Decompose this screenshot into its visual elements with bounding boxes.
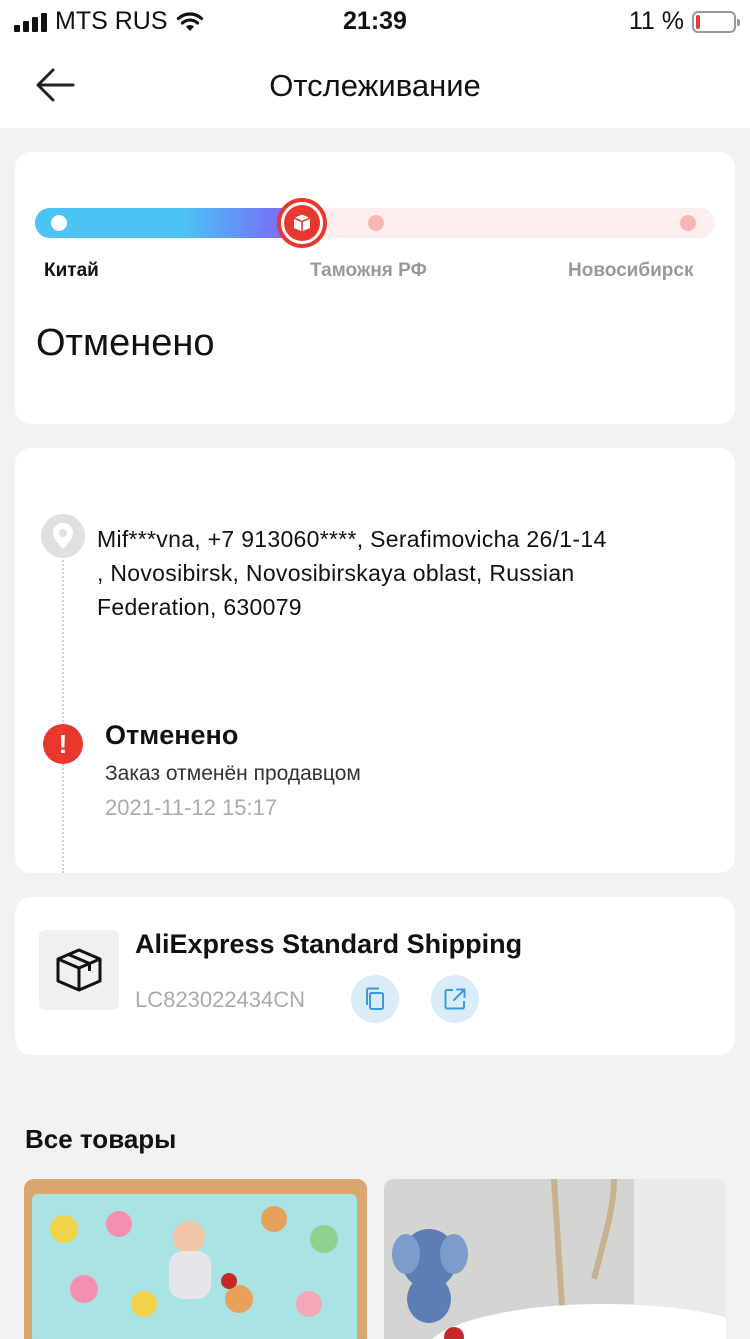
product-image-play-mat[interactable]: [24, 1179, 367, 1339]
progress-track: [35, 198, 715, 248]
tracking-progress-card: Китай Таможня РФ Новосибирск Отменено: [15, 152, 735, 424]
page-title: Отслеживание: [269, 68, 481, 103]
status-right: 11 %: [628, 7, 740, 36]
battery-fill: [696, 14, 700, 29]
stage-label-origin: Китай: [44, 260, 99, 281]
shipping-method: AliExpress Standard Shipping: [135, 929, 523, 959]
event-description: Заказ отменён продавцом: [105, 762, 361, 785]
stage-dot-customs: [368, 215, 384, 231]
location-pin-icon: [41, 514, 85, 558]
status-bar: MTS RUS 21:39 11 %: [0, 0, 750, 44]
package-icon: [39, 930, 119, 1010]
nav-bar: Отслеживание: [0, 44, 750, 128]
tracking-timeline-card: Mif***vna, +7 913060****, Serafimovicha …: [15, 448, 735, 873]
shipping-card: AliExpress Standard Shipping LC823022434…: [15, 897, 735, 1055]
event-timestamp: 2021-11-12 15:17: [105, 795, 278, 820]
stage-dot-destination: [680, 215, 696, 231]
battery-label: 11 %: [628, 7, 684, 35]
delivery-address: Mif***vna, +7 913060****, Serafimovicha …: [97, 526, 607, 620]
battery-icon: [692, 10, 740, 33]
stage-label-destination: Новосибирск: [568, 260, 694, 281]
stage-label-customs: Таможня РФ: [310, 260, 427, 281]
section-title: Все товары: [25, 1124, 177, 1154]
copy-icon: [366, 987, 384, 1010]
event-title: Отменено: [105, 720, 239, 750]
open-external-button[interactable]: [431, 975, 479, 1023]
external-link-icon: [444, 988, 466, 1010]
progress-fill: [35, 208, 305, 238]
copy-button[interactable]: [351, 975, 399, 1023]
parcel-icon: [293, 214, 311, 232]
stage-dot-origin: [51, 215, 67, 231]
timeline-line: [62, 553, 64, 873]
product-image-elephant-toy[interactable]: [384, 1179, 726, 1339]
order-status: Отменено: [36, 322, 215, 364]
tracking-number: LC823022434CN: [135, 987, 306, 1012]
alert-icon: !: [43, 724, 83, 764]
current-stage-marker: [277, 198, 327, 248]
